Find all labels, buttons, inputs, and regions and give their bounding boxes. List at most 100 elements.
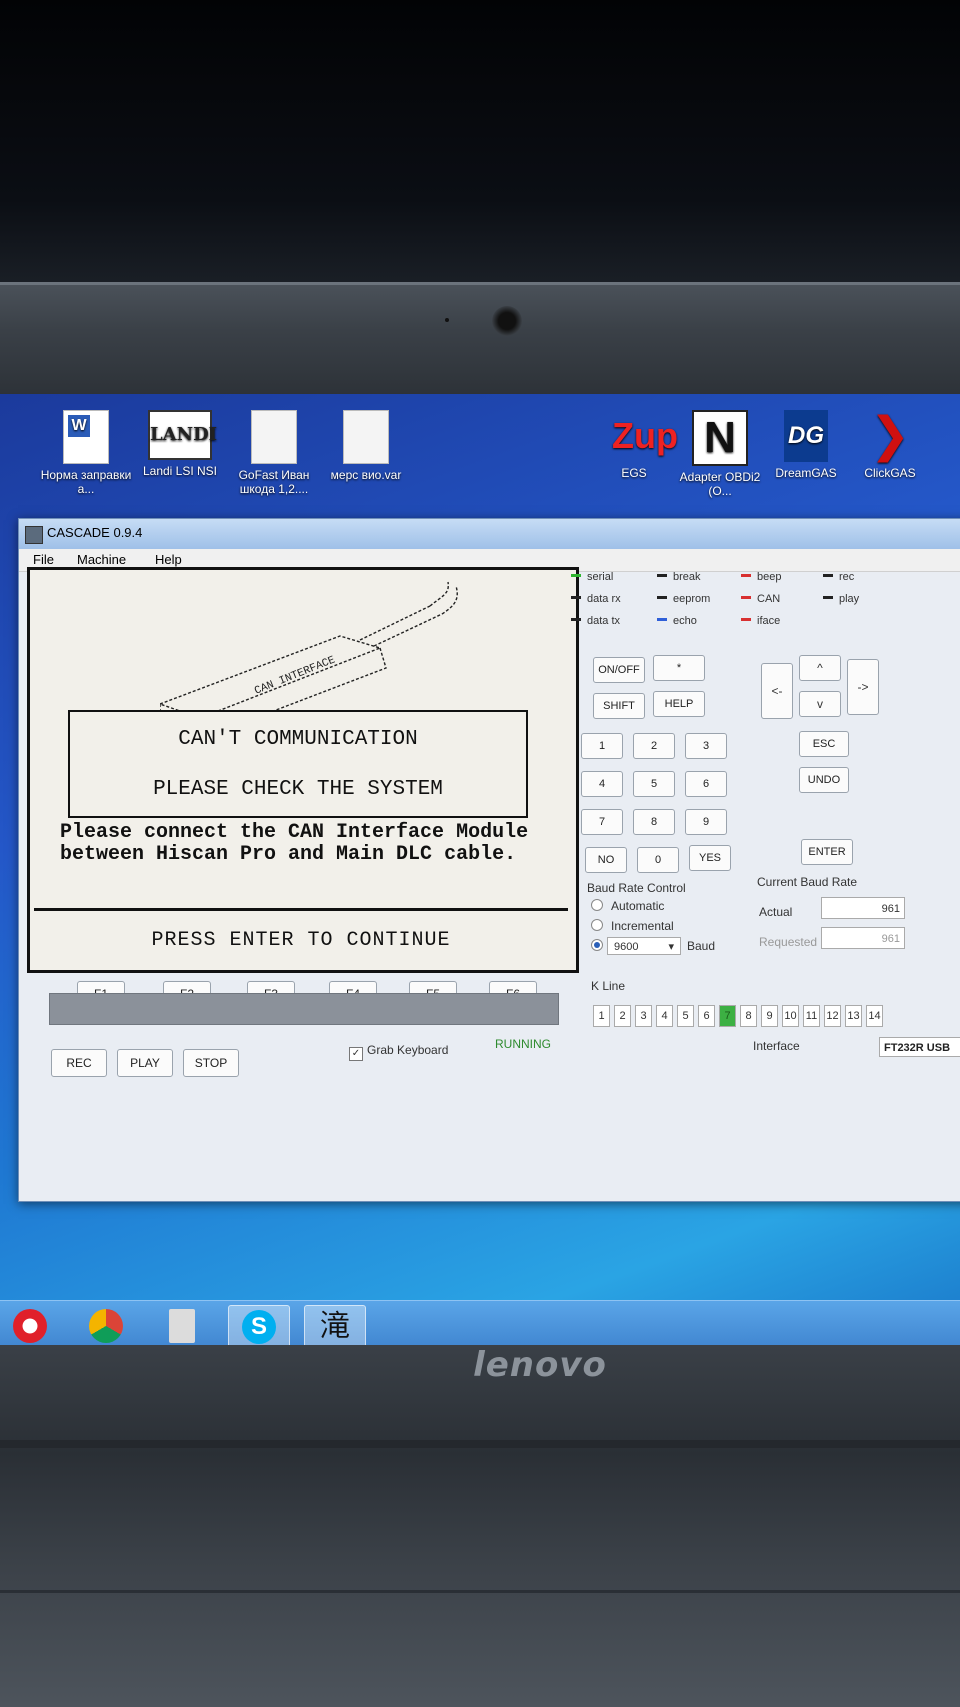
chrome-icon	[89, 1309, 123, 1343]
window-titlebar[interactable]: CASCADE 0.9.4	[19, 519, 960, 549]
desktop-icon-adapter[interactable]: N Adapter OBDi2 (O...	[674, 410, 766, 498]
indicator-break: break	[657, 571, 701, 583]
key-0[interactable]: 0	[637, 847, 679, 873]
zup-logo-icon: Zup	[612, 415, 678, 456]
key-5[interactable]: 5	[633, 771, 675, 797]
webcam	[492, 306, 522, 336]
taskbar-ime[interactable]: 滝	[304, 1305, 366, 1346]
error-title: CAN'T COMMUNICATION	[178, 728, 418, 751]
desktop-icon-label: Landi LSI NSI	[142, 464, 218, 478]
kline-cell-13: 13	[845, 1005, 862, 1027]
key-6[interactable]: 6	[685, 771, 727, 797]
desktop-icon-landi[interactable]: LANDI Landi LSI NSI	[134, 410, 226, 478]
clickgas-arrow-icon: ❯	[869, 409, 911, 462]
radio-automatic[interactable]: Automatic	[591, 899, 664, 913]
laptop-brand-logo: lenovo	[473, 1345, 607, 1385]
taskbar-chrome[interactable]	[76, 1305, 136, 1346]
kline-cell-12: 12	[824, 1005, 841, 1027]
desktop-icon-clickgas[interactable]: ❯ ClickGAS	[844, 409, 936, 481]
led-icon	[657, 574, 667, 577]
led-icon	[823, 574, 833, 577]
star-button[interactable]: *	[653, 655, 705, 681]
enter-button[interactable]: ENTER	[801, 839, 853, 865]
grab-keyboard-checkbox[interactable]: ✓ Grab Keyboard	[349, 1043, 448, 1061]
radio-selected-icon	[591, 939, 603, 951]
onoff-button[interactable]: ON/OFF	[593, 657, 645, 683]
desktop-icon-word-doc[interactable]: Норма заправки а...	[40, 410, 132, 496]
taskbar-calculator[interactable]	[152, 1305, 212, 1346]
indicator-can: CAN	[741, 593, 780, 605]
checkbox-check-icon: ✓	[349, 1047, 363, 1061]
kline-cell-2: 2	[614, 1005, 631, 1027]
desktop-icon-dreamgas[interactable]: DG DreamGAS	[760, 410, 852, 480]
kline-cell-3: 3	[635, 1005, 652, 1027]
indicator-echo: echo	[657, 615, 697, 627]
no-button[interactable]: NO	[585, 847, 627, 873]
desktop-icon-label: DreamGAS	[775, 466, 837, 480]
key-2[interactable]: 2	[633, 733, 675, 759]
taskbar-skype[interactable]: S	[228, 1305, 290, 1346]
actual-baud-field: 961	[821, 897, 905, 919]
radio-icon	[591, 899, 603, 911]
desktop-icon-label: Норма заправки а...	[40, 468, 132, 496]
app-icon	[25, 526, 43, 544]
stop-button[interactable]: STOP	[183, 1049, 239, 1077]
left-arrow-button[interactable]: <-	[761, 663, 793, 719]
status-running: RUNNING	[495, 1037, 551, 1051]
desktop-icon-label: ClickGAS	[864, 466, 916, 480]
current-baud-title: Current Baud Rate	[757, 875, 858, 889]
up-arrow-button[interactable]: ^	[799, 655, 841, 681]
kline-title: K Line	[591, 979, 626, 993]
undo-button[interactable]: UNDO	[799, 767, 849, 793]
laptop-bottom-bezel	[0, 1345, 960, 1707]
led-red-icon	[741, 596, 751, 599]
indicator-rec: rec	[823, 571, 854, 583]
right-arrow-button[interactable]: ->	[847, 659, 879, 715]
dropdown-arrow-icon: ▾	[668, 941, 674, 953]
landi-logo-icon: LANDI	[148, 410, 217, 460]
webcam-indicator	[445, 318, 449, 322]
down-arrow-button[interactable]: v	[799, 691, 841, 717]
kline-cell-7: 7	[719, 1005, 736, 1027]
dg-logo-icon: DG	[784, 410, 828, 462]
radio-incremental[interactable]: Incremental	[591, 919, 674, 933]
press-enter-bar: PRESS ENTER TO CONTINUE	[34, 908, 568, 965]
esc-button[interactable]: ESC	[799, 731, 849, 757]
indicator-data-tx: data tx	[571, 615, 620, 627]
taskbar: S 滝	[0, 1300, 960, 1346]
shift-button[interactable]: SHIFT	[593, 693, 645, 719]
key-9[interactable]: 9	[685, 809, 727, 835]
rec-button[interactable]: REC	[51, 1049, 107, 1077]
key-7[interactable]: 7	[581, 809, 623, 835]
indicator-data-rx: data rx	[571, 593, 621, 605]
opera-icon	[13, 1309, 47, 1343]
menu-help[interactable]: Help	[155, 552, 182, 567]
n-logo-icon: N	[692, 410, 748, 466]
desktop-icon-mers[interactable]: мерс вио.var	[320, 410, 412, 482]
indicator-iface: iface	[741, 615, 780, 627]
key-8[interactable]: 8	[633, 809, 675, 835]
grab-keyboard-label: Grab Keyboard	[367, 1043, 449, 1057]
laptop-hinge	[0, 1440, 960, 1448]
desktop-icon-egs[interactable]: Zup EGS	[588, 410, 680, 480]
desktop-icon-gofast[interactable]: GoFast Иван шкода 1,2....	[228, 410, 320, 496]
scanner-display: CAN INTERFACE CAN'T COMMUNICATION PLEASE…	[27, 567, 579, 973]
key-3[interactable]: 3	[685, 733, 727, 759]
key-1[interactable]: 1	[581, 733, 623, 759]
key-4[interactable]: 4	[581, 771, 623, 797]
menu-machine[interactable]: Machine	[77, 552, 126, 567]
desktop-icon-label: EGS	[621, 466, 647, 480]
led-icon	[657, 596, 667, 599]
laptop-top-bezel	[0, 282, 960, 400]
baud-rate-select[interactable]: 9600 ▾	[607, 937, 681, 955]
play-button[interactable]: PLAY	[117, 1049, 173, 1077]
desktop-icon-label: Adapter OBDi2 (O...	[679, 470, 761, 498]
kline-cell-5: 5	[677, 1005, 694, 1027]
taskbar-opera[interactable]	[0, 1305, 60, 1346]
kline-cell-8: 8	[740, 1005, 757, 1027]
help-button[interactable]: HELP	[653, 691, 705, 717]
yes-button[interactable]: YES	[689, 845, 731, 871]
led-icon	[823, 596, 833, 599]
kline-cell-4: 4	[656, 1005, 673, 1027]
menu-file[interactable]: File	[33, 552, 54, 567]
